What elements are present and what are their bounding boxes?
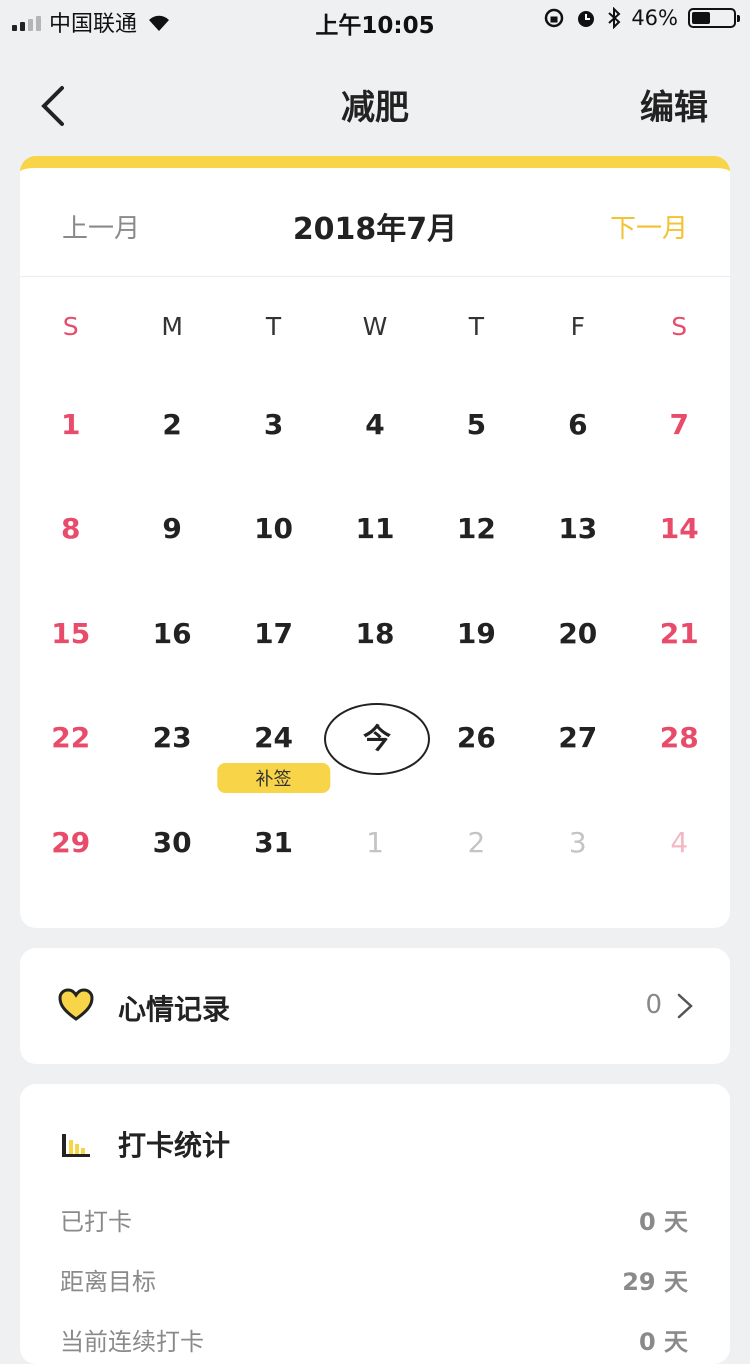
stat-label: 当前连续打卡 [60,1328,204,1356]
calendar-day[interactable]: 27 [527,721,628,825]
weekday-header: S M T W T F S [20,312,730,341]
bluetooth-icon [608,7,621,29]
mood-count: 0 [645,990,662,1020]
edit-button[interactable]: 编辑 [640,80,708,129]
stat-row: 已打卡 0 天 [60,1202,688,1242]
next-month-button[interactable]: 下一月 [610,208,688,245]
calendar-day[interactable]: 11 [324,512,425,616]
stat-value: 0 天 [638,1208,688,1236]
calendar-day[interactable]: 23 [121,721,222,825]
calendar-day[interactable]: 10 [223,512,324,616]
calendar-day-next-month: 4 [670,825,689,859]
calendar-day[interactable]: 2 [121,408,222,512]
battery-icon [688,8,740,28]
calendar-day[interactable]: 14 [629,512,730,616]
calendar-day[interactable]: 26 [426,721,527,825]
calendar-day[interactable]: 28 [629,721,730,825]
status-bar: 中国联通 上午10:05 46% [0,0,750,42]
calendar-day[interactable]: 19 [426,617,527,721]
calendar-day[interactable]: 17 [223,617,324,721]
calendar-week: 8 9 10 11 12 13 14 [20,512,730,616]
weekday-label: M [161,312,183,341]
stat-value: 29 天 [622,1268,688,1296]
calendar-week: 29 30 31 1 2 3 4 [20,826,730,928]
heart-icon [58,988,94,1021]
calendar-day[interactable]: 30 [121,826,222,928]
calendar-week: 22 23 24 补签 今 26 27 28 [20,703,730,825]
calendar-day[interactable]: 13 [527,512,628,616]
calendar-day-next-month: 3 [568,825,587,859]
mood-label: 心情记录 [118,993,231,1026]
calendar-day[interactable]: 21 [629,617,730,721]
bar-chart-icon [62,1134,90,1157]
rotation-lock-icon [545,8,564,28]
weekday-label: S [671,312,688,341]
calendar-day[interactable]: 16 [121,617,222,721]
stat-value: 0 天 [638,1328,688,1356]
checkin-stats-card: 打卡统计 已打卡 0 天 距离目标 29 天 当前连续打卡 0 天 [20,1084,730,1364]
calendar-day[interactable]: 9 [121,512,222,616]
weekday-label: F [570,312,586,341]
calendar-day[interactable]: 22 [20,721,121,825]
calendar-day[interactable]: 15 [20,617,121,721]
calendar-day-next-month: 1 [366,825,384,859]
day-number: 24 [254,721,294,755]
calendar-grid: 1 2 3 4 5 6 7 8 9 10 11 12 13 14 15 16 1… [20,408,730,928]
calendar-day[interactable]: 5 [426,408,527,512]
calendar-day[interactable]: 29 [20,826,121,928]
calendar-day[interactable]: 12 [426,512,527,616]
calendar-week: 1 2 3 4 5 6 7 [20,408,730,512]
weekday-label: S [62,312,79,341]
stats-title: 打卡统计 [118,1129,231,1162]
calendar-day-next-month: 2 [467,825,486,859]
calendar-day[interactable]: 20 [527,617,628,721]
month-header: 上一月 2018年7月 下一月 [20,168,730,277]
calendar-day[interactable]: 7 [629,408,730,512]
calendar-card: 上一月 2018年7月 下一月 S M T W T F S 1 2 3 4 5 … [20,156,730,928]
calendar-day-makeup[interactable]: 24 补签 [216,721,331,825]
weekday-label: T [468,312,485,341]
calendar-day[interactable]: 8 [20,512,121,616]
weekday-label: T [265,312,282,341]
weekday-label: W [362,312,388,341]
stat-row: 距离目标 29 天 [60,1262,688,1302]
page-title: 减肥 [341,88,409,128]
calendar-day[interactable]: 6 [527,408,628,512]
today-marker: 今 [324,703,430,776]
calendar-day[interactable]: 1 [20,408,121,512]
calendar-day[interactable]: 31 [223,826,324,928]
calendar-day[interactable]: 3 [223,408,324,512]
stat-label: 距离目标 [60,1268,156,1296]
chevron-right-icon [677,993,693,1019]
nav-bar: 减肥 编辑 [0,62,750,146]
mood-record-card[interactable]: 心情记录 0 [20,948,730,1064]
stat-row: 当前连续打卡 0 天 [60,1322,688,1362]
battery-percent: 46% [631,6,678,30]
calendar-day[interactable]: 4 [324,408,425,512]
stat-label: 已打卡 [60,1208,132,1236]
makeup-badge[interactable]: 补签 [216,763,331,794]
alarm-icon [578,11,595,27]
calendar-day-today[interactable]: 今 [324,703,430,825]
